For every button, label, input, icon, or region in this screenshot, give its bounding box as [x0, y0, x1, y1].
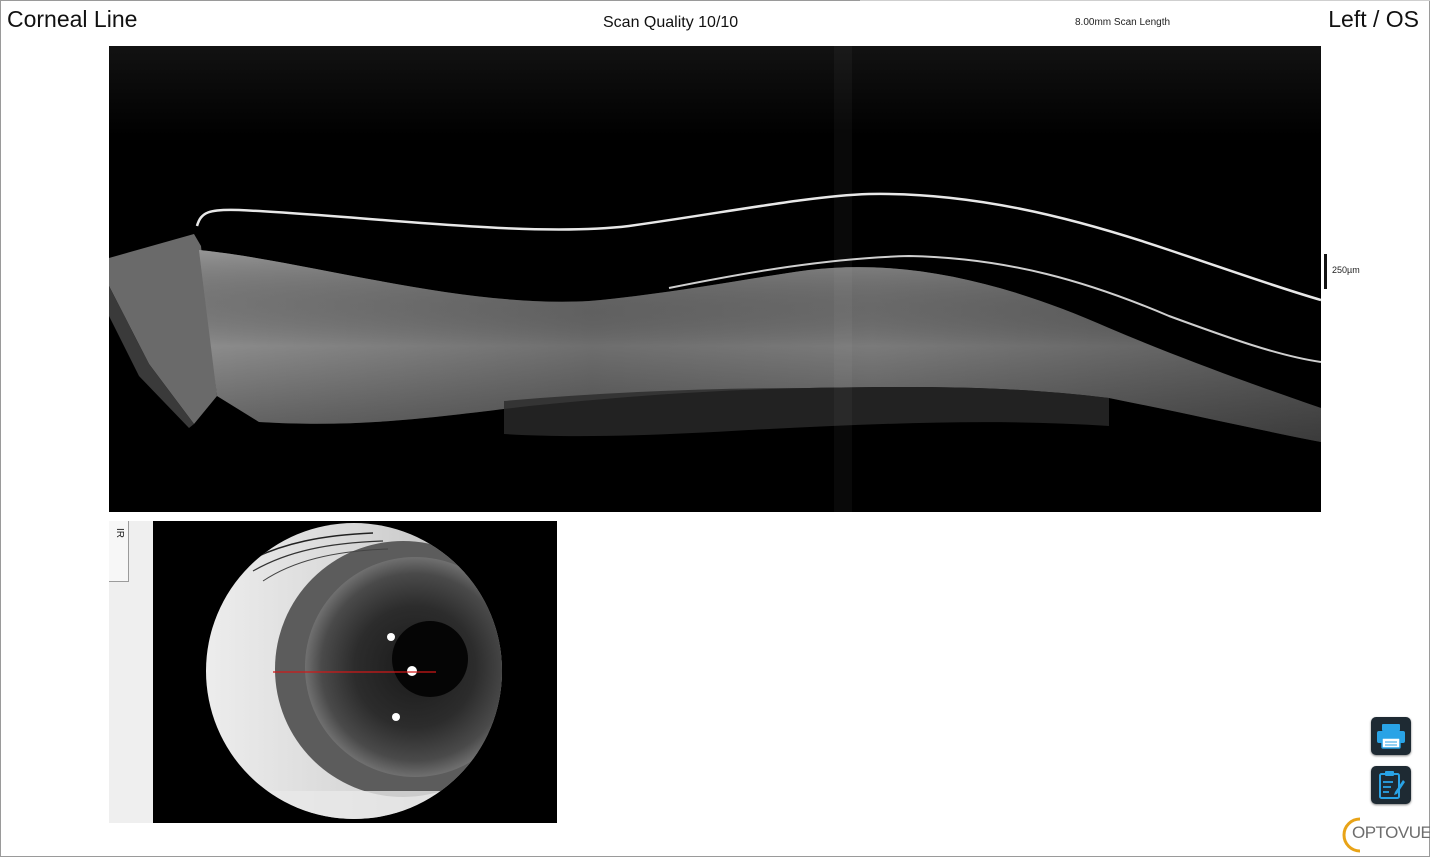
scan-length-label: 8.00mm Scan Length [1075, 17, 1171, 28]
ir-eye-image[interactable] [153, 521, 557, 823]
scale-bar [1324, 254, 1327, 289]
scan-quality-label: Scan Quality 10/10 [603, 14, 739, 31]
brand-logo-text: OPTOVUE [1352, 823, 1430, 842]
notes-button[interactable] [1371, 766, 1411, 804]
print-button[interactable] [1371, 717, 1411, 755]
oct-bscan-image[interactable] [109, 46, 1321, 512]
printer-icon [1377, 724, 1405, 749]
eye-side-label: Left / OS [1328, 6, 1419, 32]
clipboard-edit-icon [1379, 771, 1405, 799]
scan-type-title: Corneal Line [7, 6, 138, 32]
ir-tab-label: IR [114, 528, 125, 538]
scale-bar-label: 250µm [1332, 265, 1360, 275]
top-divider [860, 0, 1430, 1]
